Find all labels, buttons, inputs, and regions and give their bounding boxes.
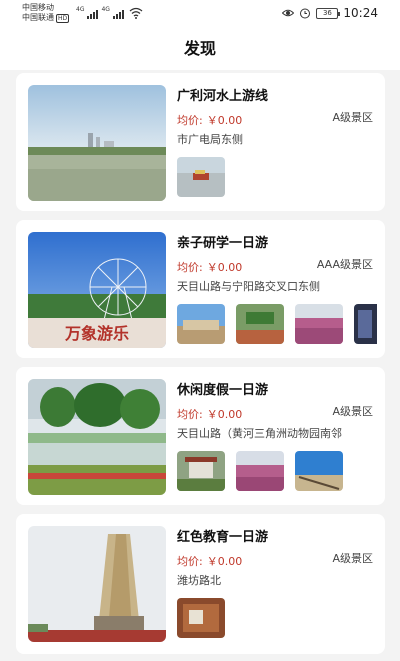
network-type-2: 4G <box>101 6 110 13</box>
price-label: 均价: <box>177 114 203 127</box>
thumbnail-image[interactable] <box>177 304 225 344</box>
battery-icon: 36 <box>316 7 341 19</box>
price-value: ￥0.00 <box>206 408 243 421</box>
thumbnail-image[interactable] <box>236 451 284 491</box>
status-right: 36 10:24 <box>282 6 378 20</box>
route-card-1[interactable]: 广利河水上游线 均价: ￥0.00 A级景区 市广电局东侧 <box>16 73 385 211</box>
scenic-level: A级景区 <box>332 405 373 418</box>
cover-image <box>28 85 166 201</box>
thumbnail-image[interactable] <box>354 304 377 344</box>
price-row: 均价: ￥0.00 A级景区 <box>177 550 373 568</box>
thumbnail-strip <box>177 157 377 201</box>
route-card-3[interactable]: 休闲度假一日游 均价: ￥0.00 A级景区 天目山路（黄河三角洲动物园南邻 <box>16 367 385 505</box>
price-row: 均价: ￥0.00 A级景区 <box>177 403 373 421</box>
clock: 10:24 <box>343 6 378 20</box>
route-title: 亲子研学一日游 <box>177 236 269 251</box>
route-card-4[interactable]: 红色教育一日游 均价: ￥0.00 A级景区 潍坊路北 <box>16 514 385 654</box>
route-title: 广利河水上游线 <box>177 89 269 104</box>
price-row: 均价: ￥0.00 AAA级景区 <box>177 256 373 274</box>
wifi-icon <box>129 7 143 19</box>
header: 发现 <box>0 30 400 70</box>
route-address: 市广电局东侧 <box>177 133 243 146</box>
thumbnail-strip <box>177 598 377 642</box>
carrier-2: 中国联通 <box>22 13 54 22</box>
signal-icon <box>112 10 124 19</box>
thumbnail-image[interactable] <box>295 304 343 344</box>
eye-icon <box>282 9 295 17</box>
price-label: 均价: <box>177 261 203 274</box>
thumbnail-image[interactable] <box>177 451 225 491</box>
route-title: 休闲度假一日游 <box>177 383 269 398</box>
price-row: 均价: ￥0.00 A级景区 <box>177 109 373 127</box>
hd-badge: HD <box>56 14 70 23</box>
price-value: ￥0.00 <box>206 555 243 568</box>
route-address: 潍坊路北 <box>177 574 221 587</box>
route-address: 天目山路与宁阳路交叉口东侧 <box>177 280 320 293</box>
price-value: ￥0.00 <box>206 114 243 127</box>
banner-text: 万象游乐 <box>64 324 129 343</box>
status-bar: 中国移动 中国联通 HD 4G 4G 36 10:24 <box>0 0 400 30</box>
carrier-1: 中国移动 <box>22 3 54 12</box>
cover-image: 万象游乐 <box>28 232 166 348</box>
route-title: 红色教育一日游 <box>177 530 269 545</box>
route-card-2[interactable]: 万象游乐 亲子研学一日游 均价: ￥0.00 AAA级景区 天目山路与宁阳路交叉口… <box>16 220 385 358</box>
thumbnail-strip <box>177 451 377 495</box>
cover-image <box>28 379 166 495</box>
thumbnail-image[interactable] <box>236 304 284 344</box>
signal-icons: 4G 4G <box>76 7 143 19</box>
scenic-level: AAA级景区 <box>316 258 373 271</box>
thumbnail-strip <box>177 304 377 348</box>
thumbnail-image[interactable] <box>177 598 225 638</box>
carrier-info: 中国移动 中国联通 HD <box>22 3 70 23</box>
cover-image <box>28 526 166 642</box>
page-title: 发现 <box>183 39 216 58</box>
scenic-level: A级景区 <box>332 552 373 565</box>
price-label: 均价: <box>177 408 203 421</box>
network-type-1: 4G <box>76 6 85 13</box>
thumbnail-image[interactable] <box>177 157 225 197</box>
scenic-level: A级景区 <box>332 111 373 124</box>
price-value: ￥0.00 <box>206 261 243 274</box>
route-address: 天目山路（黄河三角洲动物园南邻 <box>177 427 342 440</box>
signal-icon <box>87 10 99 19</box>
battery-level: 36 <box>322 8 332 17</box>
price-label: 均价: <box>177 555 203 568</box>
thumbnail-image[interactable] <box>295 451 343 491</box>
alarm-icon <box>300 8 311 19</box>
